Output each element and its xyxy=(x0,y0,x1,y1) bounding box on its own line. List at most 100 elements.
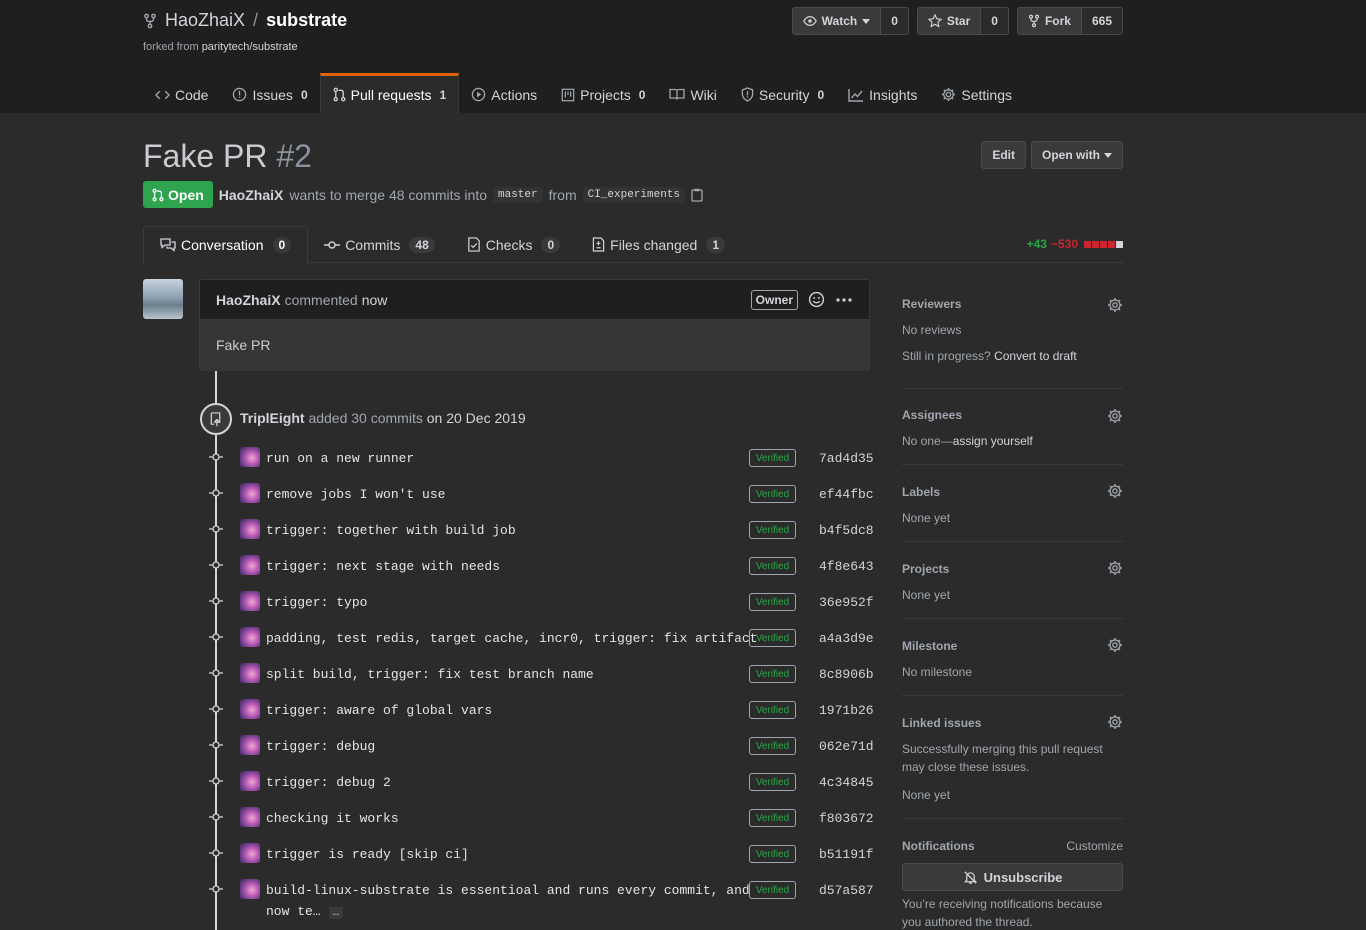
tab-security[interactable]: Security 0 xyxy=(729,73,836,113)
verified-badge[interactable]: Verified xyxy=(749,449,796,467)
commit-message-link[interactable]: trigger: next stage with needs xyxy=(266,559,500,574)
commit-sha-link[interactable]: 7ad4d35 xyxy=(819,451,874,466)
commit-sha-link[interactable]: 1971b26 xyxy=(819,703,874,718)
commit-message-link[interactable]: trigger: together with build job xyxy=(266,523,516,538)
verified-badge[interactable]: Verified xyxy=(749,737,796,755)
expand-message-button[interactable]: … xyxy=(328,907,344,919)
gear-icon[interactable] xyxy=(1107,483,1123,499)
commit-sha-link[interactable]: b4f5dc8 xyxy=(819,523,874,538)
watch-button[interactable]: Watch xyxy=(792,8,881,34)
kebab-horizontal-icon[interactable] xyxy=(835,297,853,303)
open-with-button[interactable]: Open with xyxy=(1031,141,1123,169)
forked-from-link[interactable]: paritytech/substrate xyxy=(202,41,298,53)
tab-commits[interactable]: Commits 48 xyxy=(308,226,451,263)
commit-avatar[interactable] xyxy=(240,663,260,683)
verified-badge[interactable]: Verified xyxy=(749,809,796,827)
watch-count[interactable]: 0 xyxy=(880,8,908,34)
gear-icon[interactable] xyxy=(1107,637,1123,653)
verified-badge[interactable]: Verified xyxy=(749,485,796,503)
commit-sha-link[interactable]: 36e952f xyxy=(819,595,874,610)
commit-message-link[interactable]: trigger: debug 2 xyxy=(266,775,391,790)
assignees-title[interactable]: Assignees xyxy=(902,408,962,422)
commit-avatar[interactable] xyxy=(240,879,260,899)
smiley-icon[interactable] xyxy=(808,291,825,308)
labels-title[interactable]: Labels xyxy=(902,485,940,499)
verified-badge[interactable]: Verified xyxy=(749,881,796,899)
verified-badge[interactable]: Verified xyxy=(749,773,796,791)
commit-message-link[interactable]: trigger: debug xyxy=(266,739,375,754)
commit-sha-link[interactable]: d57a587 xyxy=(819,883,874,898)
commit-avatar[interactable] xyxy=(240,591,260,611)
commit-avatar[interactable] xyxy=(240,735,260,755)
projects-title[interactable]: Projects xyxy=(902,562,949,576)
verified-badge[interactable]: Verified xyxy=(749,701,796,719)
convert-to-draft-link[interactable]: Convert to draft xyxy=(994,349,1077,363)
verified-badge[interactable]: Verified xyxy=(749,593,796,611)
commit-message-link[interactable]: trigger is ready [skip ci] xyxy=(266,847,469,862)
commit-avatar[interactable] xyxy=(240,519,260,539)
commit-sha-link[interactable]: a4a3d9e xyxy=(819,631,874,646)
gear-icon[interactable] xyxy=(1107,714,1123,730)
reviewers-title[interactable]: Reviewers xyxy=(902,297,961,311)
push-actor-link[interactable]: TriplEight xyxy=(240,410,305,426)
base-branch[interactable]: master xyxy=(493,186,543,203)
comment-time[interactable]: now xyxy=(362,292,388,308)
verified-badge[interactable]: Verified xyxy=(749,521,796,539)
customize-link[interactable]: Customize xyxy=(1066,839,1123,853)
commit-sha-link[interactable]: 4f8e643 xyxy=(819,559,874,574)
commit-message-link[interactable]: split build, trigger: fix test branch na… xyxy=(266,667,594,682)
star-button[interactable]: Star xyxy=(917,8,981,34)
tab-code[interactable]: Code xyxy=(143,73,220,113)
commit-sha-link[interactable]: ef44fbc xyxy=(819,487,874,502)
commit-sha-link[interactable]: 8c8906b xyxy=(819,667,874,682)
tab-files-changed[interactable]: Files changed 1 xyxy=(576,226,741,263)
tab-actions[interactable]: Actions xyxy=(459,73,549,113)
gear-icon[interactable] xyxy=(1107,560,1123,576)
repo-owner-link[interactable]: HaoZhaiX xyxy=(165,10,245,31)
tab-pull-requests[interactable]: Pull requests 1 xyxy=(319,73,460,113)
tab-conversation[interactable]: Conversation 0 xyxy=(143,226,309,264)
commit-avatar[interactable] xyxy=(240,555,260,575)
linked-issues-title[interactable]: Linked issues xyxy=(902,716,981,730)
commit-sha-link[interactable]: b51191f xyxy=(819,847,874,862)
push-date[interactable]: 20 Dec 2019 xyxy=(446,410,525,426)
commit-sha-link[interactable]: 062e71d xyxy=(819,739,874,754)
commit-avatar[interactable] xyxy=(240,447,260,467)
commit-avatar[interactable] xyxy=(240,483,260,503)
tab-checks[interactable]: Checks 0 xyxy=(451,226,576,263)
commit-message-link[interactable]: run on a new runner xyxy=(266,451,414,466)
commit-avatar[interactable] xyxy=(240,807,260,827)
edit-button[interactable]: Edit xyxy=(981,141,1026,169)
gear-icon[interactable] xyxy=(1107,408,1123,424)
avatar[interactable] xyxy=(143,279,183,319)
clipboard-icon[interactable] xyxy=(691,188,703,202)
commit-avatar[interactable] xyxy=(240,627,260,647)
commit-message-link[interactable]: remove jobs I won't use xyxy=(266,487,445,502)
unsubscribe-button[interactable]: Unsubscribe xyxy=(902,863,1123,891)
comment-author-link[interactable]: HaoZhaiX xyxy=(216,292,281,308)
tab-issues[interactable]: Issues 0 xyxy=(220,73,319,113)
milestone-title[interactable]: Milestone xyxy=(902,639,957,653)
commit-message-link[interactable]: trigger: aware of global vars xyxy=(266,703,492,718)
commit-message-link[interactable]: checking it works xyxy=(266,811,399,826)
gear-icon[interactable] xyxy=(1107,297,1123,313)
assign-yourself-link[interactable]: assign yourself xyxy=(953,434,1033,448)
verified-badge[interactable]: Verified xyxy=(749,845,796,863)
fork-count[interactable]: 665 xyxy=(1080,8,1122,34)
commit-message-link[interactable]: trigger: typo xyxy=(266,595,367,610)
commit-message-link[interactable]: build-linux-substrate is essentioal and … xyxy=(266,883,750,898)
pr-author-link[interactable]: HaoZhaiX xyxy=(219,187,284,203)
star-count[interactable]: 0 xyxy=(980,8,1008,34)
commit-avatar[interactable] xyxy=(240,699,260,719)
tab-settings[interactable]: Settings xyxy=(929,73,1024,113)
commit-message-line2[interactable]: now te… xyxy=(266,904,321,919)
commit-sha-link[interactable]: f803672 xyxy=(819,811,874,826)
verified-badge[interactable]: Verified xyxy=(749,629,796,647)
commit-sha-link[interactable]: 4c34845 xyxy=(819,775,874,790)
tab-insights[interactable]: Insights xyxy=(836,73,929,113)
tab-projects[interactable]: Projects 0 xyxy=(549,73,657,113)
verified-badge[interactable]: Verified xyxy=(749,557,796,575)
repo-name-link[interactable]: substrate xyxy=(266,10,347,31)
verified-badge[interactable]: Verified xyxy=(749,665,796,683)
head-branch[interactable]: CI_experiments xyxy=(582,186,686,203)
